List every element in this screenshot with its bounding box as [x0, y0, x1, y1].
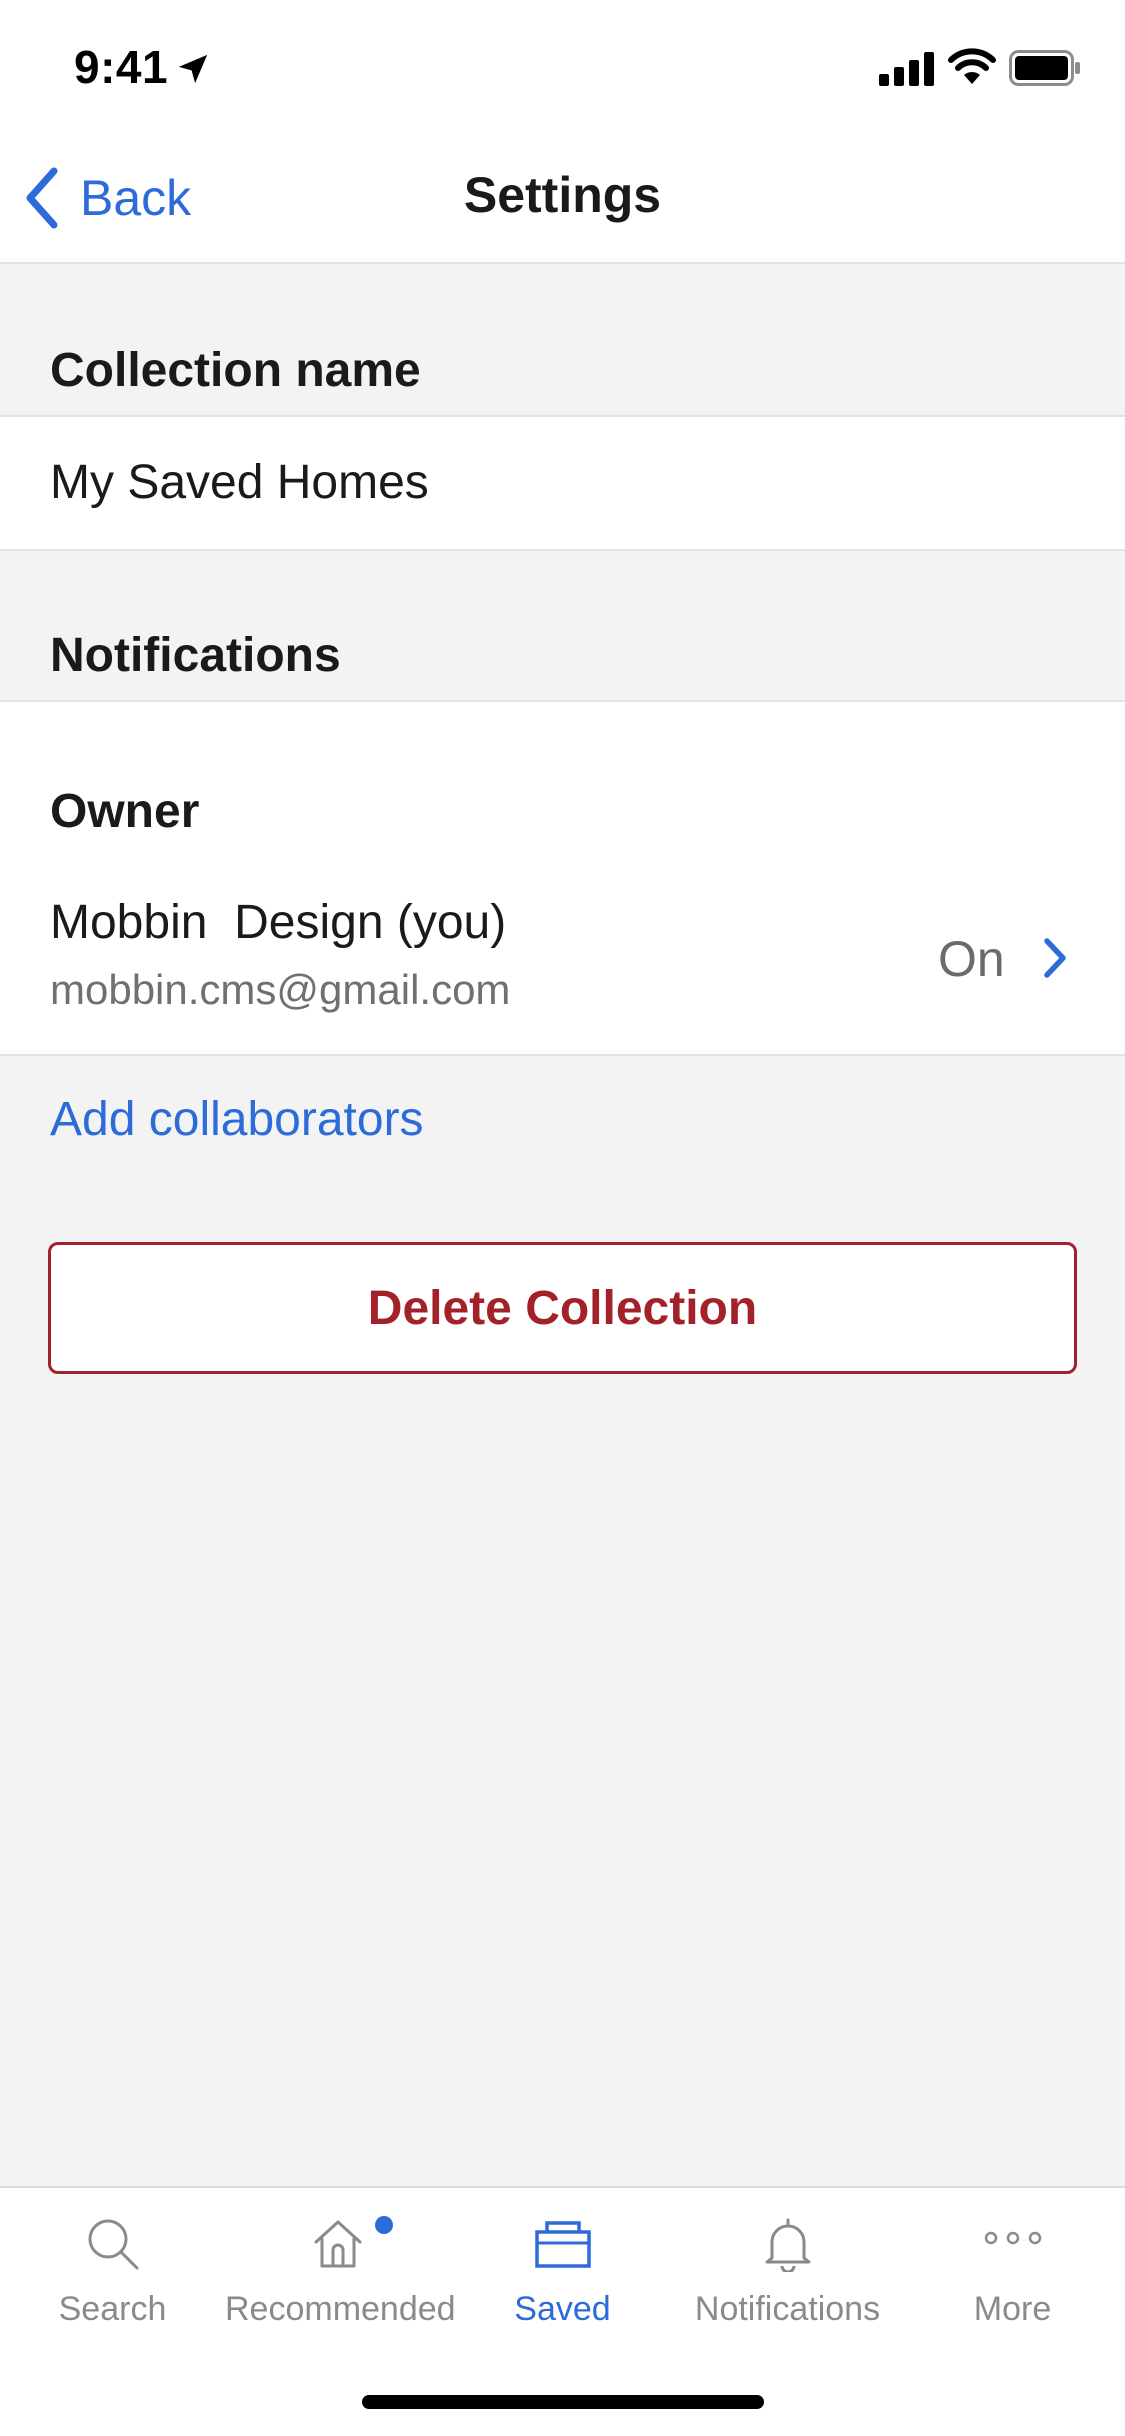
collection-name-value: My Saved Homes — [50, 456, 429, 509]
page-title: Settings — [463, 167, 662, 223]
delete-collection-button[interactable]: Delete Collection — [48, 1242, 1077, 1374]
battery-icon — [1009, 50, 1080, 86]
more-icon — [984, 2231, 1041, 2245]
collection-name-header: Collection name — [50, 344, 421, 397]
location-arrow-icon — [178, 54, 208, 84]
owner-name: Mobbin Design (you) — [50, 896, 507, 949]
tab-more[interactable]: More — [900, 2186, 1125, 2346]
tab-search-label: Search — [58, 2290, 167, 2328]
status-time: 9:41 — [74, 41, 169, 93]
owner-label: Owner — [50, 785, 200, 838]
home-indicator — [362, 2395, 764, 2409]
notifications-header: Notifications — [50, 629, 341, 682]
owner-email: mobbin.cms@gmail.com — [50, 966, 511, 1013]
wifi-icon — [948, 48, 996, 84]
add-collaborators-link[interactable]: Add collaborators — [50, 1092, 424, 1147]
tab-notifications[interactable]: Notifications — [675, 2186, 900, 2346]
tab-recommended[interactable]: Recommended — [225, 2186, 456, 2346]
search-icon — [88, 2219, 138, 2270]
bell-icon — [765, 2218, 810, 2272]
owner-notification-status: On — [938, 931, 1005, 987]
tab-notifications-label: Notifications — [694, 2290, 881, 2328]
chevron-right-icon — [1044, 938, 1066, 978]
tab-search[interactable]: Search — [0, 2186, 225, 2346]
home-icon — [314, 2220, 361, 2268]
tab-recommended-label: Recommended — [225, 2290, 456, 2328]
tab-more-label: More — [973, 2290, 1052, 2328]
tab-saved-label: Saved — [514, 2290, 611, 2328]
folder-icon — [534, 2221, 591, 2268]
tab-saved[interactable]: Saved — [450, 2186, 675, 2346]
signal-icon — [879, 52, 934, 86]
recommended-badge-dot — [375, 2216, 393, 2234]
